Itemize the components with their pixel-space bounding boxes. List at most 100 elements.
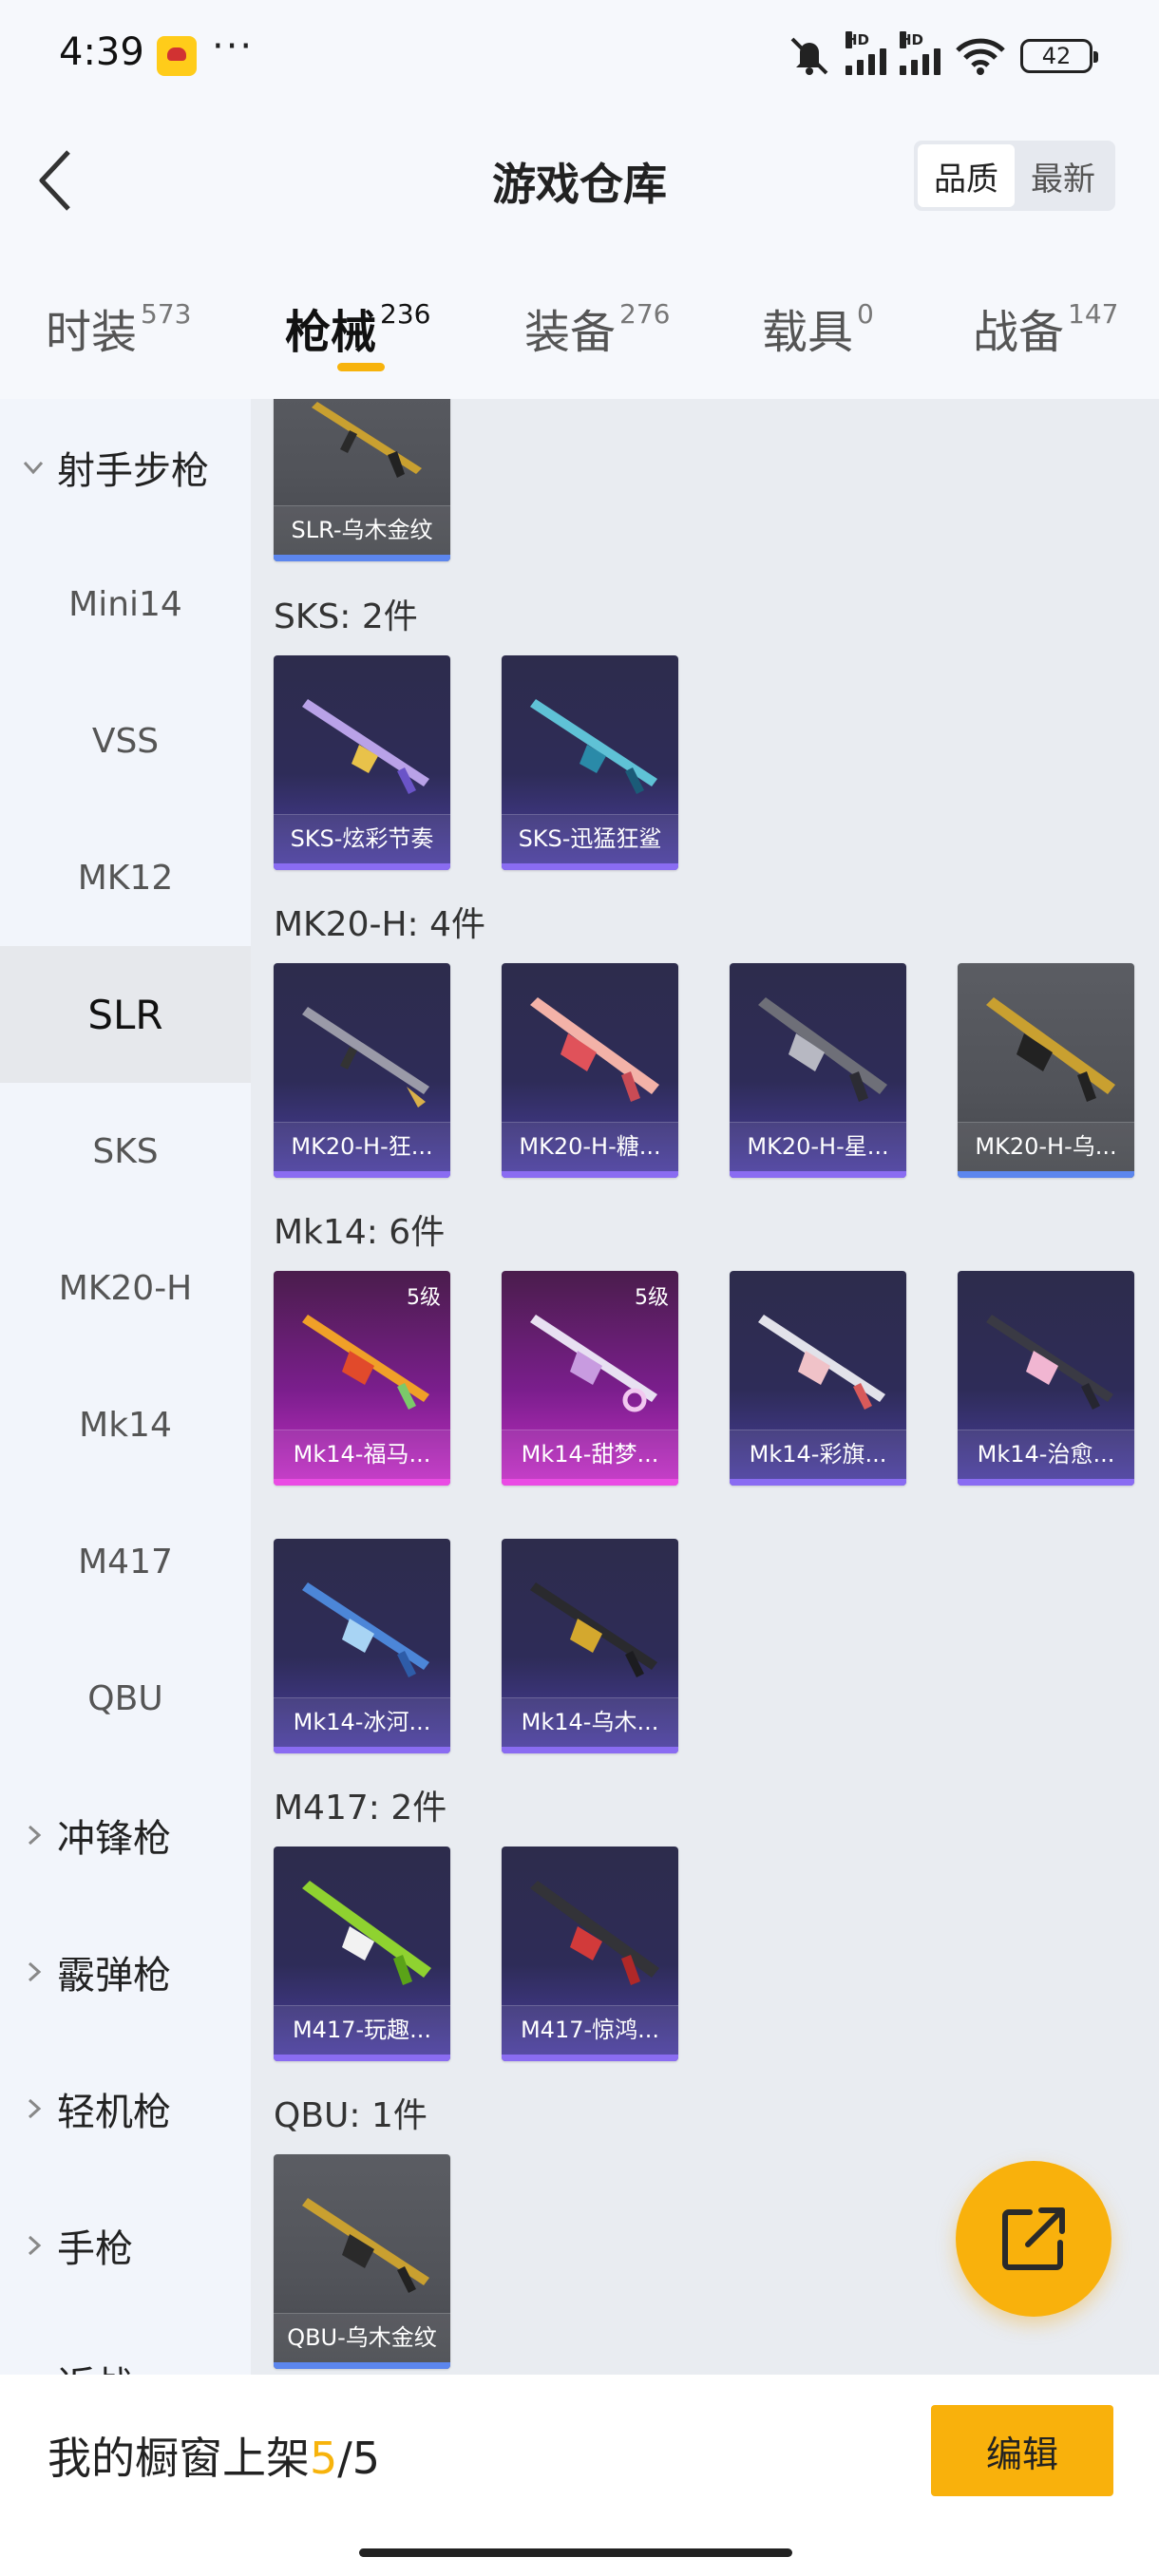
- sidebar-group-pistol[interactable]: 手枪: [0, 2177, 251, 2314]
- tab-firearms[interactable]: 枪械 236: [285, 294, 430, 370]
- tab-costumes[interactable]: 时装 573: [46, 294, 191, 370]
- tab-count: 0: [857, 298, 874, 330]
- item-card[interactable]: SLR-乌木金纹: [274, 399, 450, 561]
- active-tab-indicator: [337, 363, 385, 371]
- section-title: Mk14: 6件: [274, 1213, 446, 1252]
- tab-equipment[interactable]: 装备 276: [524, 294, 670, 370]
- item-name: M417-惊鸿...: [502, 2005, 678, 2055]
- signal-1-icon: HD: [846, 31, 886, 75]
- item-card[interactable]: Mk14-冰河...: [274, 1539, 450, 1753]
- sidebar-group-label: 手枪: [57, 2227, 133, 2271]
- gun-skin-image: [758, 997, 887, 1102]
- battery-icon: 42: [1020, 39, 1098, 73]
- gun-skin-image: [312, 402, 422, 478]
- item-card[interactable]: 5级 Mk14-福马...: [274, 1271, 450, 1486]
- tab-label: 装备: [524, 306, 617, 359]
- rarity-bar: [274, 2055, 450, 2061]
- sidebar-item-qbu[interactable]: QBU: [0, 1630, 251, 1767]
- back-arrow-icon[interactable]: [27, 142, 84, 218]
- sidebar-item-mk14[interactable]: Mk14: [0, 1356, 251, 1493]
- rarity-bar: [274, 1171, 450, 1178]
- item-card[interactable]: SKS-迅猛狂鲨: [502, 655, 678, 870]
- item-level-badge: 5级: [407, 1286, 441, 1310]
- gun-skin-image: [302, 1881, 431, 1985]
- status-bar: 4:39 ··· HD HD 42: [0, 0, 1159, 114]
- chevron-right-icon: [28, 2235, 42, 2256]
- tab-label: 时装: [46, 306, 138, 359]
- item-card[interactable]: MK20-H-星...: [730, 963, 906, 1178]
- inventory-grid: SLR-乌木金纹 SKS: 2件 SKS-炫彩节奏 SKS-迅猛狂鲨 MK20-…: [251, 399, 1159, 2375]
- chevron-right-icon: [28, 2098, 42, 2119]
- gun-skin-image: [302, 2198, 429, 2293]
- sort-quality-button[interactable]: 品质: [918, 144, 1015, 207]
- sidebar-item-mk12[interactable]: MK12: [0, 809, 251, 946]
- rarity-bar: [958, 1171, 1134, 1178]
- mute-icon: [790, 37, 828, 75]
- item-name: Mk14-冰河...: [274, 1697, 450, 1747]
- signal-2-hd-label: HD: [900, 31, 924, 48]
- item-name: M417-玩趣...: [274, 2005, 450, 2055]
- sidebar: 射手步枪 Mini14 VSS MK12 SLR SKS MK20-H Mk14…: [0, 399, 251, 2375]
- sidebar-group-shotgun[interactable]: 霰弹枪: [0, 1904, 251, 2040]
- chevron-down-icon: [23, 461, 44, 475]
- sort-toggle: 品质 最新: [914, 141, 1115, 211]
- item-name: QBU-乌木金纹: [274, 2313, 450, 2362]
- rarity-bar: [730, 1479, 906, 1486]
- item-name: MK20-H-糖...: [502, 1122, 678, 1171]
- item-card[interactable]: MK20-H-糖...: [502, 963, 678, 1178]
- item-name: SLR-乌木金纹: [274, 505, 450, 555]
- edit-button[interactable]: 编辑: [931, 2405, 1113, 2496]
- item-card[interactable]: QBU-乌木金纹: [274, 2154, 450, 2369]
- sidebar-item-mini14[interactable]: Mini14: [0, 536, 251, 672]
- chevron-right-icon: [28, 1961, 42, 1982]
- gun-skin-image: [530, 997, 659, 1102]
- item-card[interactable]: M417-玩趣...: [274, 1847, 450, 2061]
- tab-vehicles[interactable]: 载具 0: [762, 294, 874, 370]
- signal-1-hd-label: HD: [846, 31, 870, 48]
- item-card[interactable]: 5级 Mk14-甜梦...: [502, 1271, 678, 1486]
- home-indicator[interactable]: [359, 2548, 792, 2557]
- showcase-total: 5: [352, 2433, 381, 2484]
- signal-2-icon: HD: [900, 31, 940, 75]
- item-name: Mk14-甜梦...: [502, 1430, 678, 1479]
- gun-skin-image: [758, 1315, 885, 1410]
- header: 游戏仓库 品质 最新: [0, 114, 1159, 247]
- section-title: MK20-H: 4件: [274, 905, 486, 944]
- share-button[interactable]: [956, 2161, 1112, 2317]
- tab-count: 573: [141, 298, 192, 330]
- item-card[interactable]: Mk14-治愈...: [958, 1271, 1134, 1486]
- gun-skin-image: [302, 699, 429, 794]
- sidebar-group-melee[interactable]: 近战: [0, 2314, 251, 2375]
- sidebar-group-marksman-rifles[interactable]: 射手步枪: [0, 399, 251, 536]
- sidebar-group-lmg[interactable]: 轻机枪: [0, 2040, 251, 2177]
- sidebar-item-vss[interactable]: VSS: [0, 672, 251, 809]
- gun-skin-image: [530, 1881, 659, 1985]
- battery-level: 42: [1041, 43, 1072, 69]
- item-name: SKS-迅猛狂鲨: [502, 814, 678, 863]
- sort-newest-button[interactable]: 最新: [1015, 144, 1112, 207]
- item-name: Mk14-福马...: [274, 1430, 450, 1479]
- item-card[interactable]: M417-惊鸿...: [502, 1847, 678, 2061]
- gun-skin-image: [530, 1582, 657, 1677]
- item-card[interactable]: Mk14-乌木...: [502, 1539, 678, 1753]
- rarity-bar: [502, 863, 678, 870]
- sidebar-item-slr[interactable]: SLR: [0, 946, 251, 1083]
- sidebar-group-label: 霰弹枪: [57, 1954, 171, 1998]
- sidebar-item-sks[interactable]: SKS: [0, 1083, 251, 1220]
- rarity-bar: [502, 1747, 678, 1753]
- showcase-separator: /: [337, 2433, 352, 2484]
- status-time: 4:39: [59, 30, 144, 74]
- showcase-current: 5: [310, 2433, 338, 2484]
- rarity-bar: [502, 1479, 678, 1486]
- sidebar-item-m417[interactable]: M417: [0, 1493, 251, 1630]
- item-card[interactable]: MK20-H-乌...: [958, 963, 1134, 1178]
- item-card[interactable]: Mk14-彩旗...: [730, 1271, 906, 1486]
- tab-supplies[interactable]: 战备 147: [973, 294, 1118, 370]
- tab-count: 276: [619, 298, 671, 330]
- item-card[interactable]: MK20-H-狂...: [274, 963, 450, 1178]
- rarity-bar: [274, 2362, 450, 2369]
- item-card[interactable]: SKS-炫彩节奏: [274, 655, 450, 870]
- sidebar-item-mk20h[interactable]: MK20-H: [0, 1220, 251, 1356]
- sidebar-group-smg[interactable]: 冲锋枪: [0, 1767, 251, 1904]
- rarity-bar: [274, 1479, 450, 1486]
